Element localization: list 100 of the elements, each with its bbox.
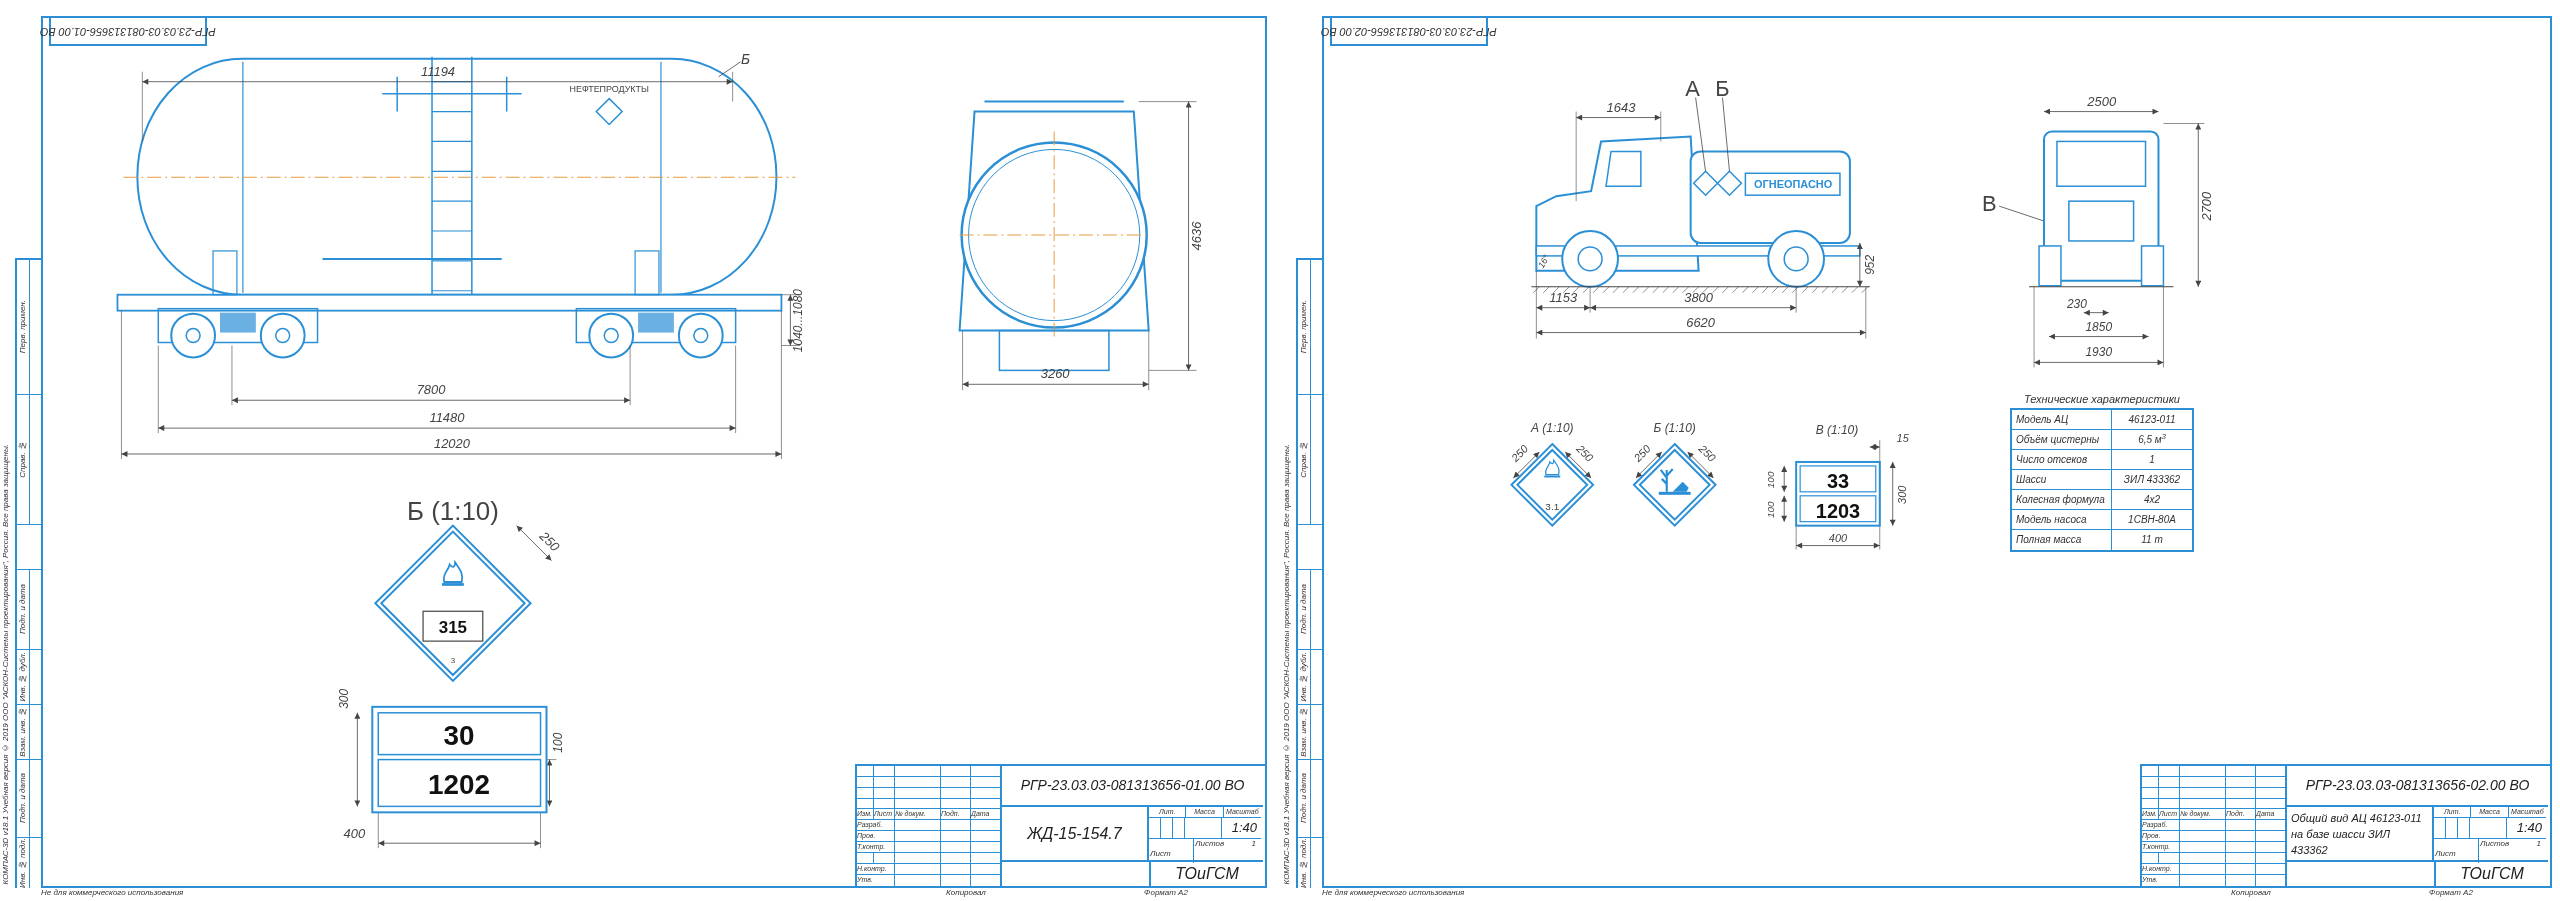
copyright-note: КОМПАС-3D v18.1 Учебная версия © 2019 ООО "АСКОН-Системы проектирования", Россия. Все права защищены. <box>1281 443 1292 884</box>
stamp-label: Подп. и дата <box>1298 773 1309 824</box>
warning-label: ОГНЕОПАСНО <box>1754 178 1833 191</box>
sheets-label: Листов <box>2479 838 2511 850</box>
un-number: 1203 <box>1815 499 1861 522</box>
tank-label: НЕФТЕПРОДУКТЫ <box>569 83 649 94</box>
dimension-label: 1643 <box>1606 99 1636 115</box>
view-marker: Б <box>1715 75 1730 101</box>
dimension-label: 300 <box>337 688 352 709</box>
dimension-label: 1930 <box>2085 345 2113 360</box>
dimension-label: 952 <box>1862 254 1877 275</box>
dimension-label: 250 <box>536 528 563 555</box>
stamp-label: Подп. и дата <box>17 584 28 635</box>
tree-and-fish-icon <box>1658 467 1691 495</box>
table-cell-text: 4x2 <box>2142 493 2162 507</box>
stamp-label: Взам. инв. № <box>1298 707 1309 757</box>
hazard-code: 30 <box>443 719 475 751</box>
stamp-label: Подп. и дата <box>17 773 28 824</box>
sheets-count: 1 <box>1250 838 1257 850</box>
table-cell-text: 1 <box>2148 453 2156 467</box>
sheets-count: 1 <box>2535 838 2542 850</box>
stamp-label: Справ. № <box>17 441 28 478</box>
table-title: Технические характеристики <box>2023 392 2181 407</box>
view-marker: Б <box>741 50 751 67</box>
flame-icon <box>442 561 464 586</box>
table-cell: Число отсеков <box>2012 450 2112 470</box>
stamp-label: Взам. инв. № <box>17 707 28 757</box>
stamp-label: Инв. № подл. <box>1298 838 1309 888</box>
sheet-label: Лист <box>1149 848 1172 858</box>
format-label: Формат А2 <box>2429 888 2473 898</box>
placard-class: 3 <box>450 656 456 666</box>
document-title: ЖД-15-154.7 <box>1027 823 1122 844</box>
hazard-code: 33 <box>1826 469 1849 492</box>
dimension-label: 230 <box>2066 296 2087 311</box>
document-designation: РГР-23.03.03-081313656-01.00 ВО <box>1020 776 1245 795</box>
view-title: В (1:10) <box>1815 423 1859 438</box>
organization: ТОиГСМ <box>1175 864 1239 884</box>
dimension-label: 100 <box>1765 501 1777 519</box>
table-cell: Модель АЦ <box>2012 410 2112 430</box>
table-cell: Шасси <box>2012 470 2112 490</box>
scale-value: 1:40 <box>2516 819 2542 837</box>
placard-class: 3.1 <box>1545 500 1560 512</box>
dimension-label: 1153 <box>1549 289 1578 305</box>
copied-by-label: Копировал <box>946 888 986 898</box>
placard-number: 315 <box>438 618 468 638</box>
dimension-label: 250 <box>1696 442 1719 464</box>
dimension-label: 3800 <box>1684 289 1713 305</box>
dimension-label: 300 <box>1895 485 1908 504</box>
view-title: Б (1:10) <box>407 496 499 525</box>
table-cell-text: 6,5 м$^{3}$ <box>2137 431 2167 447</box>
dimension-label: 400 <box>1828 531 1848 544</box>
dimension-label: 100 <box>1765 471 1777 489</box>
dimension-label: 3260 <box>1040 366 1070 382</box>
dimension-label: 7800 <box>416 382 446 398</box>
scale-value: 1:40 <box>1231 819 1257 837</box>
view-marker: В <box>1981 191 1997 217</box>
table-cell-text: 11 т <box>2140 533 2164 547</box>
document-designation: РГР-23.03.03-081313656-02.00 ВО <box>2305 776 2530 795</box>
dimension-label: 400 <box>343 826 366 842</box>
dimension-label: 250 <box>1631 442 1653 464</box>
dimension-label: 250 <box>1508 442 1531 464</box>
dimension-label: 100 <box>551 732 566 753</box>
sheets-label: Листов <box>1194 838 1226 850</box>
table-cell: Объём цистерны <box>2012 430 2112 450</box>
dimension-label: 1850 <box>2085 319 2113 334</box>
dimension-label: 11480 <box>429 410 465 426</box>
copyright-note: КОМПАС-3D v18.1 Учебная версия © 2019 ООО "АСКОН-Системы проектирования", Россия. Все права защищены. <box>0 443 11 884</box>
stamp-label: Перв. примен. <box>17 300 28 354</box>
view-title: Б (1:10) <box>1653 421 1696 436</box>
stamp-label: Справ. № <box>1298 441 1309 478</box>
organization: ТОиГСМ <box>2460 864 2524 884</box>
view-marker: А <box>1685 75 1700 101</box>
stamp-label: Подп. и дата <box>1298 584 1309 635</box>
table-cell-text: 46123-011 <box>2127 413 2177 427</box>
un-number: 1202 <box>427 769 490 801</box>
dimension-label: 6620 <box>1686 314 1715 330</box>
table-cell: Колесная формула <box>2012 490 2112 510</box>
drawing-code: РГР-23.03.03-081313656-02.00 ВО <box>1321 24 1497 40</box>
footer-note: Не для коммерческого использования <box>1322 888 1465 898</box>
stamp-label: Перв. примен. <box>1298 300 1309 354</box>
dimension-label: 4636 <box>1189 221 1205 251</box>
dimension-label: 2500 <box>2087 93 2117 109</box>
flame-icon <box>1544 459 1561 478</box>
dimension-label: 15 <box>1896 432 1909 445</box>
stamp-label: Инв. № дубл. <box>1298 652 1309 702</box>
stamp-label: Инв. № подл. <box>17 838 28 888</box>
dimension-label: 2700 <box>2199 191 2215 221</box>
dimension-label: 16° <box>1536 253 1552 270</box>
table-cell-text: 1СВН-80А <box>2127 513 2177 527</box>
format-label: Формат А2 <box>1144 888 1188 898</box>
table-cell: Полная масса <box>2012 530 2112 550</box>
table-cell-text: ЗИЛ 433362 <box>2122 473 2182 487</box>
view-title: А (1:10) <box>1531 421 1574 436</box>
dimension-label: 250 <box>1574 442 1596 464</box>
stamp-label: Инв. № дубл. <box>17 652 28 702</box>
dimension-label: 1040...1080 <box>791 289 806 353</box>
drawing-code: РГР-23.03.03-081313656-01.00 ВО <box>40 24 216 40</box>
table-cell: Модель насоса <box>2012 510 2112 530</box>
copied-by-label: Копировал <box>2231 888 2271 898</box>
footer-note: Не для коммерческого использования <box>41 888 184 898</box>
